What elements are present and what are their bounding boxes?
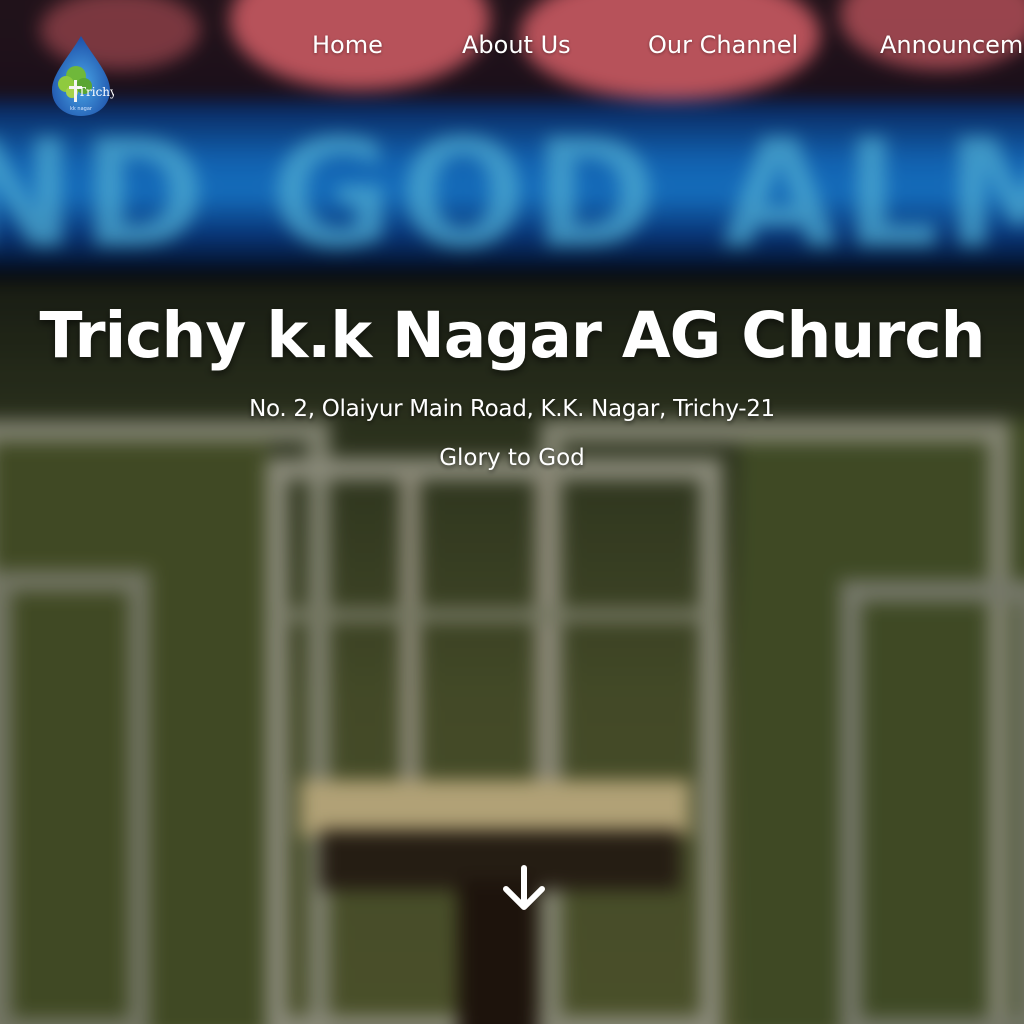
nav-item-announcements[interactable]: Announcements (880, 28, 1024, 62)
nav-item-our-channel[interactable]: Our Channel (648, 28, 798, 62)
page-title: Trichy k.k Nagar AG Church (39, 299, 985, 372)
scroll-down-button[interactable] (498, 862, 550, 914)
nav-overflow-clip: Announcements (880, 28, 1024, 62)
main-nav: Home About Us Our Channel Announcements (0, 28, 1024, 62)
hero-section: ND GOD ALMIGHTY (0, 0, 1024, 1024)
nav-item-about-us[interactable]: About Us (462, 28, 571, 62)
arrow-down-icon (503, 865, 545, 910)
church-address: No. 2, Olaiyur Main Road, K.K. Nagar, Tr… (249, 396, 775, 422)
hero-tagline: Glory to God (439, 445, 585, 471)
logo-text: Trichy (78, 85, 114, 99)
logo-subtext: kk nagar (70, 106, 93, 112)
nav-item-home[interactable]: Home (312, 28, 383, 62)
